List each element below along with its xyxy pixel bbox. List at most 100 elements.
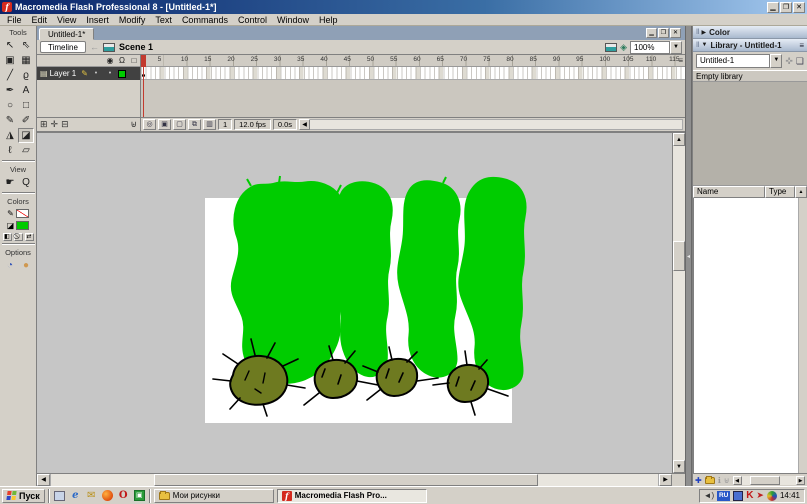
zoom-tool[interactable]: Q (18, 175, 34, 190)
menu-commands[interactable]: Commands (177, 15, 233, 25)
minimize-button[interactable]: ▁ (767, 2, 779, 13)
quick-launch-green-app-icon[interactable]: ▣ (133, 489, 146, 502)
document-tab[interactable]: Untitled-1* (39, 28, 94, 40)
new-library-window-icon[interactable]: ❏ (796, 56, 804, 67)
ink-bottle-tool[interactable]: ◮ (2, 128, 18, 143)
delete-layer-button[interactable]: ⊎ (130, 119, 137, 130)
canvas-horizontal-scrollbar[interactable]: ◀ ▶ (37, 473, 685, 486)
pen-tool[interactable]: ✒ (2, 83, 18, 98)
text-tool[interactable]: A (18, 83, 34, 98)
frames-row[interactable] (141, 67, 685, 80)
gradient-transform-tool[interactable]: ▦ (18, 53, 34, 68)
library-column-name[interactable]: Name (693, 186, 765, 198)
tray-app-icon[interactable] (733, 491, 743, 501)
zoom-value[interactable]: 100% (630, 41, 670, 54)
library-horizontal-scrollbar[interactable]: ◀ ▶ (733, 476, 805, 485)
frame-rate[interactable]: 12.0 fps (234, 119, 271, 130)
language-indicator[interactable]: RU (717, 491, 730, 501)
library-column-type[interactable]: Type (765, 186, 795, 198)
new-symbol-button[interactable]: ✚ (695, 476, 702, 485)
canvas-area[interactable]: ▲ ▼ (37, 133, 685, 473)
restore-button[interactable]: ❐ (780, 2, 792, 13)
edit-scene-button[interactable] (605, 43, 617, 52)
quick-launch-show-desktop-icon[interactable] (53, 489, 66, 502)
tray-arrow-icon[interactable]: ➤ (756, 490, 764, 501)
menu-help[interactable]: Help (314, 15, 343, 25)
timeline-scrollbar[interactable]: ◀ (299, 119, 683, 130)
menu-text[interactable]: Text (150, 15, 177, 25)
scroll-up-arrow[interactable]: ▲ (673, 133, 685, 146)
edit-multiple-frames-button[interactable]: ⧉ (188, 119, 201, 130)
menu-modify[interactable]: Modify (114, 15, 151, 25)
menu-view[interactable]: View (52, 15, 81, 25)
library-sort-button[interactable]: ▲ (795, 186, 807, 198)
menu-control[interactable]: Control (233, 15, 272, 25)
line-tool[interactable]: ╱ (2, 68, 18, 83)
library-document-select[interactable]: Untitled-1 ▼ (696, 54, 782, 68)
rectangle-tool[interactable]: □ (18, 98, 34, 113)
free-transform-tool[interactable]: ▣ (2, 53, 18, 68)
doc-close-button[interactable]: ✕ (670, 28, 681, 38)
layer-outline-color-swatch[interactable] (118, 70, 126, 78)
vertical-scroll-thumb[interactable] (673, 241, 685, 271)
gap-size-option[interactable]: ◔ (2, 258, 18, 273)
color-panel-header[interactable]: ‖ ▶ Color (693, 26, 807, 39)
no-color-button[interactable]: ⃠ (14, 233, 23, 241)
playhead[interactable] (141, 55, 146, 67)
scroll-right-arrow[interactable]: ▶ (659, 474, 672, 486)
fill-color-swatch[interactable] (16, 221, 29, 230)
outline-layers-icon[interactable]: □ (128, 56, 140, 65)
quick-launch-internet-explorer-icon[interactable]: e (69, 489, 82, 502)
menu-window[interactable]: Window (272, 15, 314, 25)
onion-skin-outlines-button[interactable]: ▢ (173, 119, 186, 130)
scroll-down-arrow[interactable]: ▼ (673, 460, 685, 473)
selection-tool[interactable]: ↖ (2, 38, 18, 53)
kaspersky-icon[interactable]: K (746, 490, 753, 501)
scroll-left-arrow[interactable]: ◀ (37, 474, 50, 486)
library-scrollbar[interactable] (798, 198, 807, 473)
task-button-flash[interactable]: f Macromedia Flash Pro... (277, 489, 427, 503)
quick-launch-mail-icon[interactable]: ✉ (85, 489, 98, 502)
timeline-panel-menu-icon[interactable]: ≡ (678, 56, 683, 65)
layer-lock-dot[interactable]: • (104, 70, 116, 77)
library-panel-header[interactable]: ‖ ▼ Library - Untitled-1 ≡ (693, 39, 807, 52)
horizontal-scroll-thumb[interactable] (154, 474, 538, 486)
onion-skin-button[interactable]: ▣ (158, 119, 171, 130)
show-hide-layers-icon[interactable]: ◉ (104, 56, 116, 65)
layer-name[interactable]: Layer 1 (50, 69, 77, 78)
add-motion-guide-button[interactable]: ✛ (51, 119, 59, 130)
close-button[interactable]: ✕ (793, 2, 805, 13)
doc-restore-button[interactable]: ❐ (658, 28, 669, 38)
menu-insert[interactable]: Insert (81, 15, 114, 25)
quick-launch-opera-icon[interactable]: O (117, 489, 130, 502)
lock-layers-icon[interactable]: Ω (116, 56, 128, 65)
new-folder-button[interactable] (705, 477, 715, 484)
pin-library-icon[interactable]: ✜ (785, 56, 793, 67)
zoom-combo[interactable]: 100% ▼ (630, 41, 682, 54)
library-panel-menu-icon[interactable]: ≡ (799, 41, 804, 50)
timeline-toggle-button[interactable]: Timeline (40, 41, 86, 53)
layer-visibility-dot[interactable]: • (90, 70, 102, 77)
brush-tool[interactable]: ✐ (18, 113, 34, 128)
library-select-arrow[interactable]: ▼ (770, 54, 782, 68)
insert-layer-folder-button[interactable]: ⊟ (61, 119, 69, 130)
quick-launch-firefox-icon[interactable] (101, 489, 114, 502)
edit-symbol-button[interactable]: ◈ (620, 42, 627, 53)
zoom-dropdown-arrow[interactable]: ▼ (670, 41, 682, 54)
default-colors-button[interactable]: ◧ (3, 233, 12, 241)
eraser-tool[interactable]: ▱ (18, 143, 34, 158)
task-button-my-pictures[interactable]: Мои рисунки (154, 489, 274, 503)
insert-layer-button[interactable]: ⊞ (40, 119, 48, 130)
layer-row[interactable]: ▤ Layer 1 ✎ • • (37, 67, 140, 80)
menu-edit[interactable]: Edit (27, 15, 53, 25)
volume-icon[interactable]: ◄) (704, 491, 715, 500)
lasso-tool[interactable]: ϱ (18, 68, 34, 83)
menu-file[interactable]: File (2, 15, 27, 25)
pencil-tool[interactable]: ✎ (2, 113, 18, 128)
swap-colors-button[interactable]: ⇄ (25, 233, 34, 241)
library-document-value[interactable]: Untitled-1 (696, 54, 770, 68)
eyedropper-tool[interactable]: ℓ (2, 143, 18, 158)
subselection-tool[interactable]: ⇖ (18, 38, 34, 53)
library-item-list[interactable] (693, 198, 807, 473)
panel-splitter[interactable]: ◂ (685, 26, 692, 486)
